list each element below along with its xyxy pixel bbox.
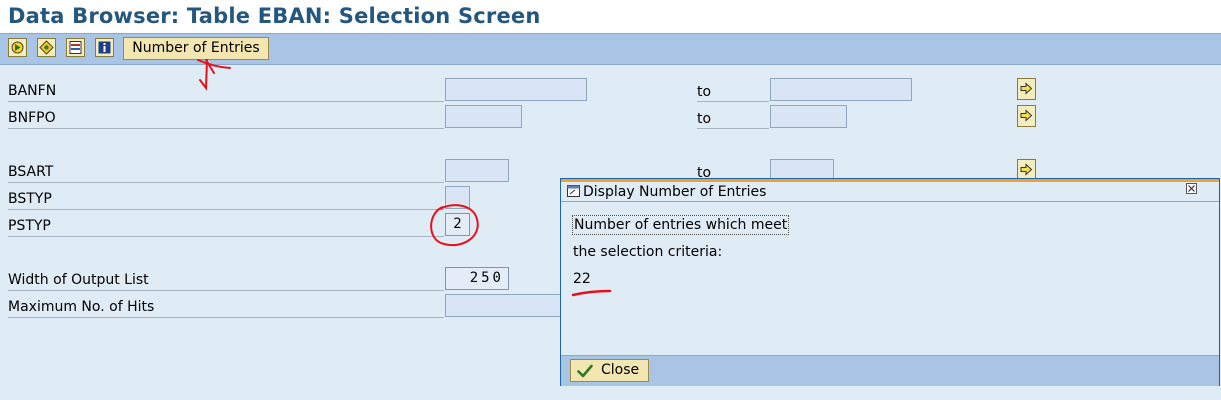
application-toolbar: Number of Entries	[0, 33, 1221, 65]
page-title: Data Browser: Table EBAN: Selection Scre…	[8, 4, 541, 28]
checkmark-icon	[577, 364, 593, 378]
field-label-bsart: BSART	[8, 161, 444, 183]
width-of-output-list-input[interactable]: 250	[445, 267, 509, 290]
arrow-right-icon	[1020, 109, 1033, 122]
banfn-multiple-selection-button[interactable]	[1017, 78, 1036, 100]
close-button[interactable]: Close	[570, 359, 649, 382]
width-of-output-list-label: Width of Output List	[8, 269, 444, 291]
info-icon[interactable]	[95, 38, 114, 57]
number-of-entries-dialog: Display Number of Entries Number of entr…	[560, 178, 1220, 386]
bnfpo-to-label: to	[697, 107, 769, 129]
banfn-to-input[interactable]	[770, 78, 912, 101]
maximum-no-of-hits-label: Maximum No. of Hits	[8, 296, 444, 318]
field-label-bnfpo: BNFPO	[8, 107, 444, 129]
dialog-window-icon	[567, 185, 580, 197]
execute-icon[interactable]	[8, 38, 27, 57]
bnfpo-to-input[interactable]	[770, 105, 847, 128]
entry-count-value: 22	[573, 271, 591, 287]
title-bar: Data Browser: Table EBAN: Selection Scre…	[0, 0, 1221, 33]
field-label-banfn: BANFN	[8, 80, 444, 102]
dialog-title: Display Number of Entries	[583, 184, 767, 200]
field-label-bstyp: BSTYP	[8, 188, 444, 210]
banfn-from-input[interactable]	[445, 78, 587, 101]
arrow-right-icon	[1020, 163, 1033, 176]
number-of-entries-button[interactable]: Number of Entries	[123, 37, 269, 60]
field-label-pstyp: PSTYP	[8, 215, 444, 237]
bstyp-input[interactable]	[445, 186, 470, 209]
bsart-from-input[interactable]	[445, 159, 509, 182]
field-selection-icon[interactable]	[66, 38, 85, 57]
maximum-no-of-hits-input[interactable]	[445, 294, 561, 317]
arrow-right-icon	[1020, 82, 1033, 95]
pstyp-input[interactable]: 2	[445, 213, 470, 236]
bnfpo-multiple-selection-button[interactable]	[1017, 105, 1036, 127]
dialog-message-line-1: Number of entries which meet	[572, 215, 790, 235]
dialog-message-line-2: the selection criteria:	[573, 244, 723, 260]
dialog-title-divider	[561, 201, 1219, 202]
banfn-to-label: to	[697, 80, 769, 102]
bnfpo-from-input[interactable]	[445, 105, 522, 128]
dialog-active-border	[561, 179, 1219, 182]
close-button-label: Close	[601, 362, 640, 378]
dialog-footer: Close	[561, 355, 1219, 386]
selection-options-icon[interactable]	[37, 38, 56, 57]
dialog-close-icon[interactable]	[1186, 183, 1197, 194]
